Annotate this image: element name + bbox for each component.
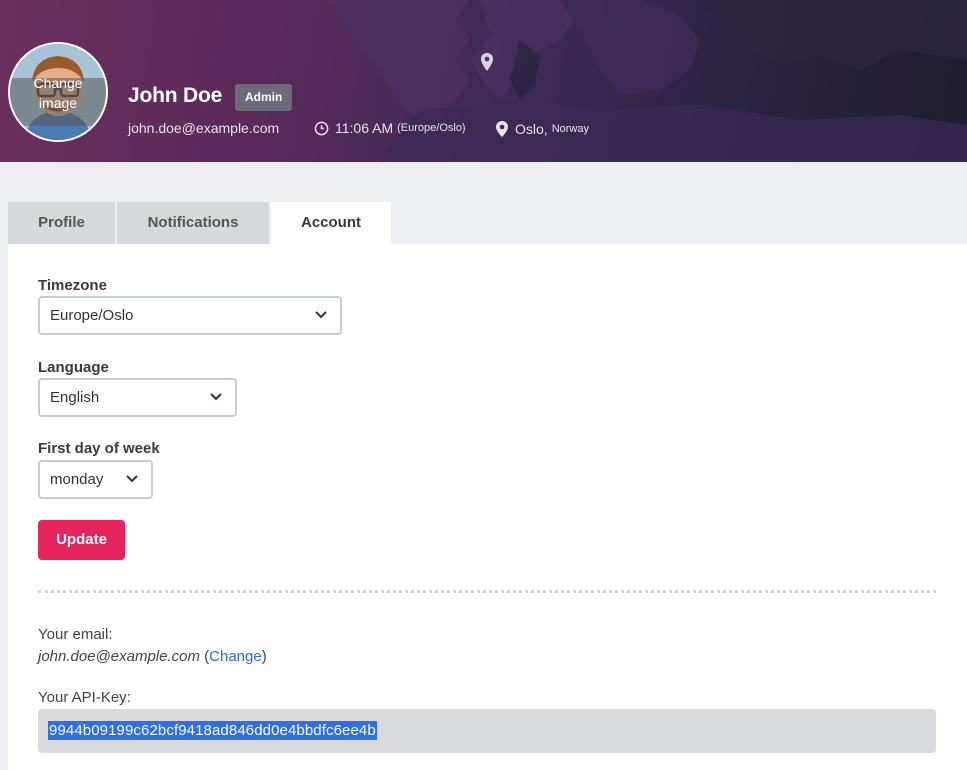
change-image-overlay[interactable]: Change image bbox=[10, 44, 106, 140]
chevron-down-icon bbox=[210, 393, 222, 401]
world-map-background bbox=[330, 0, 967, 162]
change-image-label[interactable]: Change image bbox=[23, 73, 93, 113]
tab-notifications[interactable]: Notifications bbox=[117, 202, 269, 244]
language-select-value: English bbox=[50, 389, 100, 406]
chevron-down-icon bbox=[126, 475, 138, 483]
user-name: John Doe bbox=[128, 84, 223, 107]
timezone-label: Timezone bbox=[38, 277, 107, 294]
timezone-select[interactable]: Europe/Oslo bbox=[38, 296, 342, 335]
update-button[interactable]: Update bbox=[38, 520, 125, 560]
api-key-value[interactable]: 9944b09199c62bcf9418ad846dd0e4bbdfc6ee4b bbox=[48, 721, 377, 740]
clock-icon bbox=[314, 121, 329, 136]
first-day-select[interactable]: monday bbox=[38, 460, 153, 499]
avatar[interactable]: Change image bbox=[8, 42, 108, 142]
user-email-text: john.doe@example.com bbox=[128, 120, 280, 136]
tab-account[interactable]: Account bbox=[271, 202, 391, 244]
local-time-zone: (Europe/Oslo) bbox=[397, 122, 466, 134]
user-email: john.doe@example.com bbox=[128, 120, 279, 136]
change-email-link[interactable]: Change bbox=[209, 648, 262, 665]
api-key-label: Your API-Key: bbox=[38, 689, 131, 706]
tab-profile[interactable]: Profile bbox=[8, 202, 115, 244]
local-time: 11:06 AM (Europe/Oslo) bbox=[314, 120, 466, 136]
location-country: Norway bbox=[551, 123, 589, 135]
language-select[interactable]: English bbox=[38, 378, 237, 417]
email-label: Your email: bbox=[38, 626, 113, 643]
api-key-field[interactable]: 9944b09199c62bcf9418ad846dd0e4bbdfc6ee4b bbox=[38, 709, 936, 753]
first-day-label: First day of week bbox=[38, 440, 160, 457]
role-badge: Admin bbox=[235, 84, 293, 111]
email-value: john.doe@example.com bbox=[38, 648, 200, 665]
timezone-select-value: Europe/Oslo bbox=[50, 307, 134, 324]
account-panel: Timezone Europe/Oslo Language English Fi… bbox=[8, 244, 967, 770]
map-marker-icon bbox=[481, 53, 493, 71]
language-label: Language bbox=[38, 359, 109, 376]
map-pin-icon bbox=[495, 120, 509, 138]
profile-header: Change image John Doe Admin john.doe@exa… bbox=[0, 0, 967, 162]
local-time-value: 11:06 AM bbox=[335, 120, 394, 136]
avatar-image[interactable]: Change image bbox=[10, 44, 106, 140]
location-city: Oslo, bbox=[515, 121, 548, 137]
first-day-select-value: monday bbox=[50, 471, 104, 488]
location: Oslo, Norway bbox=[495, 120, 589, 138]
section-divider bbox=[38, 590, 936, 593]
chevron-down-icon bbox=[315, 311, 327, 319]
email-value-line: john.doe@example.com (Change) bbox=[38, 648, 267, 665]
